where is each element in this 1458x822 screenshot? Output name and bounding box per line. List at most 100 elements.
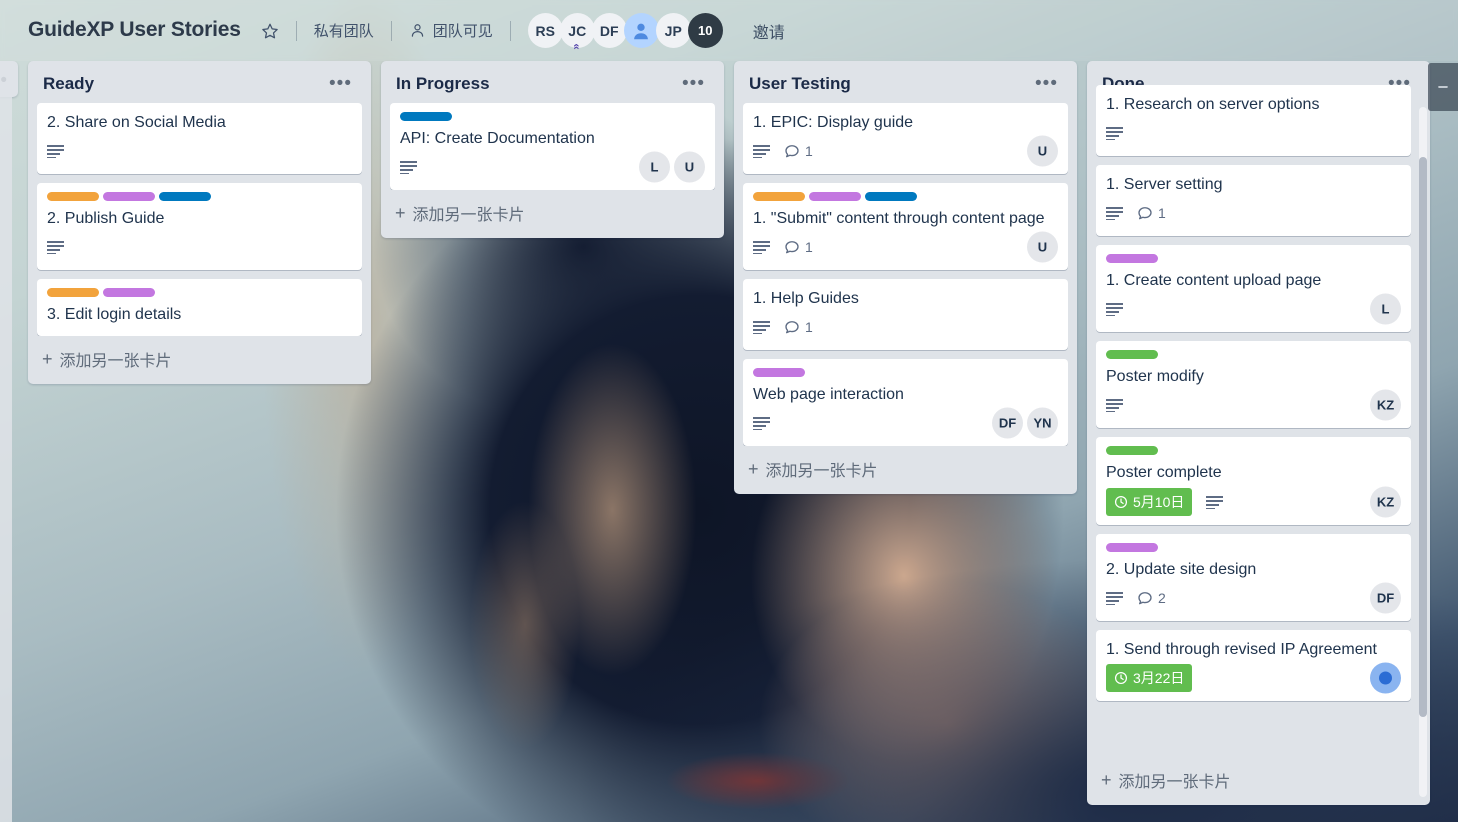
description-icon — [753, 417, 770, 431]
board-title[interactable]: GuideXP User Stories — [18, 14, 251, 47]
add-card-label: 添加另一张卡片 — [59, 353, 172, 371]
card[interactable]: 1. Server setting 1 — [1096, 165, 1411, 237]
card-label[interactable] — [47, 288, 99, 298]
list-card-area: 1. Research on server options 1. Server s… — [1087, 85, 1430, 757]
card[interactable]: 1. EPIC: Display guide 1 U — [743, 103, 1068, 175]
card-badges: L — [1106, 293, 1401, 325]
card-label[interactable] — [103, 288, 155, 298]
list-title[interactable]: In Progress — [396, 74, 490, 94]
card-label[interactable] — [47, 192, 99, 202]
visibility-button[interactable]: 团队可见 — [399, 14, 503, 47]
card[interactable]: Web page interaction DF YN — [743, 359, 1068, 447]
due-date-badge[interactable]: 5月10日 — [1106, 487, 1193, 516]
card-label[interactable] — [400, 112, 452, 121]
board-canvas: ••Ready•••2. Share on Social Media2. Pub… — [0, 61, 1458, 822]
comment-badge: 1 — [784, 319, 813, 335]
invite-button[interactable]: 邀请 — [741, 12, 797, 50]
description-badge — [1106, 591, 1123, 605]
member-avatar-photo[interactable] — [623, 13, 659, 48]
member-avatar[interactable]: JP — [655, 13, 691, 48]
comment-badge: 2 — [1137, 590, 1166, 606]
card-member-avatar-photo[interactable] — [1370, 662, 1401, 694]
card-label[interactable] — [159, 192, 211, 202]
card[interactable]: 1. Research on server options — [1096, 85, 1411, 157]
card-labels — [1106, 446, 1401, 456]
card-member-avatar[interactable]: KZ — [1370, 389, 1401, 421]
add-card-button[interactable]: + 添加另一张卡片 — [1087, 757, 1430, 805]
card-label[interactable] — [753, 192, 805, 202]
card-label[interactable] — [1106, 254, 1158, 264]
add-card-button[interactable]: + 添加另一张卡片 — [734, 446, 1077, 494]
card-labels — [753, 192, 1058, 202]
card-title: Poster modify — [1106, 368, 1204, 386]
description-icon — [1106, 207, 1123, 221]
card-member-avatar[interactable]: U — [674, 151, 705, 183]
card-label[interactable] — [1106, 350, 1158, 360]
card[interactable]: 1. Help Guides 1 — [743, 279, 1068, 351]
list-menu-ellipsis-icon[interactable]: ••• — [323, 74, 358, 93]
member-avatar[interactable]: RS — [527, 13, 563, 48]
card[interactable]: 1. Send through revised IP Agreement 3月22… — [1096, 629, 1411, 701]
card-title: 1. EPIC: Display guide — [753, 114, 914, 131]
card-members: LU — [639, 151, 705, 183]
member-avatar[interactable]: DF — [591, 13, 627, 48]
card-member-avatar[interactable]: L — [639, 151, 670, 183]
star-button[interactable] — [251, 16, 289, 46]
card-title: API: Create Documentation — [400, 130, 595, 147]
card-title: 1. Create content upload page — [1106, 272, 1322, 290]
list-menu-ellipsis-icon[interactable]: ••• — [1029, 74, 1064, 93]
plus-icon: + — [748, 458, 759, 479]
list-title[interactable]: User Testing — [749, 74, 851, 94]
card-badges — [47, 136, 352, 166]
add-card-button[interactable]: + 添加另一张卡片 — [381, 190, 724, 238]
card-title: Web page interaction — [753, 386, 904, 404]
card-member-avatar[interactable]: U — [1027, 231, 1058, 263]
card-label[interactable] — [103, 192, 155, 202]
team-privacy-label: 私有团队 — [313, 23, 374, 40]
team-privacy-button[interactable]: 私有团队 — [304, 14, 384, 47]
card-label[interactable] — [809, 192, 861, 202]
card-member-avatar[interactable]: U — [1027, 135, 1058, 167]
header-divider — [295, 20, 297, 41]
card[interactable]: 2. Publish Guide — [37, 183, 362, 271]
card-member-avatar[interactable]: YN — [1027, 407, 1058, 439]
description-icon — [47, 241, 64, 255]
card[interactable]: 2. Update site design 2 DF — [1096, 533, 1411, 621]
comment-count: 1 — [805, 143, 813, 160]
list-scrollbar-thumb[interactable] — [1419, 157, 1427, 717]
member-overflow-count[interactable]: 10 — [687, 13, 723, 48]
card[interactable]: Poster modify KZ — [1096, 341, 1411, 429]
card-member-avatar[interactable]: DF — [1370, 582, 1401, 614]
card-members: U — [1027, 135, 1058, 167]
member-avatar[interactable]: JC» — [559, 13, 595, 50]
card[interactable]: 1. "Submit" content through content page… — [743, 183, 1068, 271]
sidebar-toggle-button[interactable] — [1428, 63, 1458, 111]
card-member-avatar[interactable]: L — [1370, 293, 1401, 325]
list-menu-ellipsis-icon[interactable]: ••• — [676, 74, 711, 93]
add-card-button[interactable]: + 添加另一张卡片 — [28, 336, 371, 384]
card-label[interactable] — [753, 368, 805, 378]
card-label[interactable] — [1106, 446, 1158, 456]
description-icon — [1106, 591, 1123, 605]
due-date-badge[interactable]: 3月22日 — [1106, 663, 1193, 692]
card-member-avatar[interactable]: DF — [992, 407, 1023, 439]
card[interactable]: Poster complete 5月10日 KZ — [1096, 437, 1411, 525]
card[interactable]: 2. Share on Social Media — [37, 103, 362, 175]
comment-count: 1 — [1158, 205, 1166, 222]
description-icon — [753, 321, 770, 335]
card-label[interactable] — [865, 192, 917, 202]
add-card-label: 添加另一张卡片 — [765, 463, 878, 481]
card-members: DF — [1370, 582, 1401, 614]
description-badge — [753, 320, 770, 335]
list-title[interactable]: Ready — [43, 74, 94, 94]
card[interactable]: 1. Create content upload page L — [1096, 245, 1411, 333]
card-labels — [1106, 350, 1401, 360]
card-member-avatar[interactable]: KZ — [1370, 486, 1401, 518]
card-labels — [753, 368, 1058, 378]
card[interactable]: API: Create Documentation L U — [390, 103, 715, 191]
card[interactable]: 3. Edit login details — [37, 279, 362, 337]
card-labels — [47, 192, 352, 202]
comment-badge: 1 — [784, 143, 813, 159]
description-badge — [47, 240, 64, 255]
card-label[interactable] — [1106, 542, 1158, 552]
